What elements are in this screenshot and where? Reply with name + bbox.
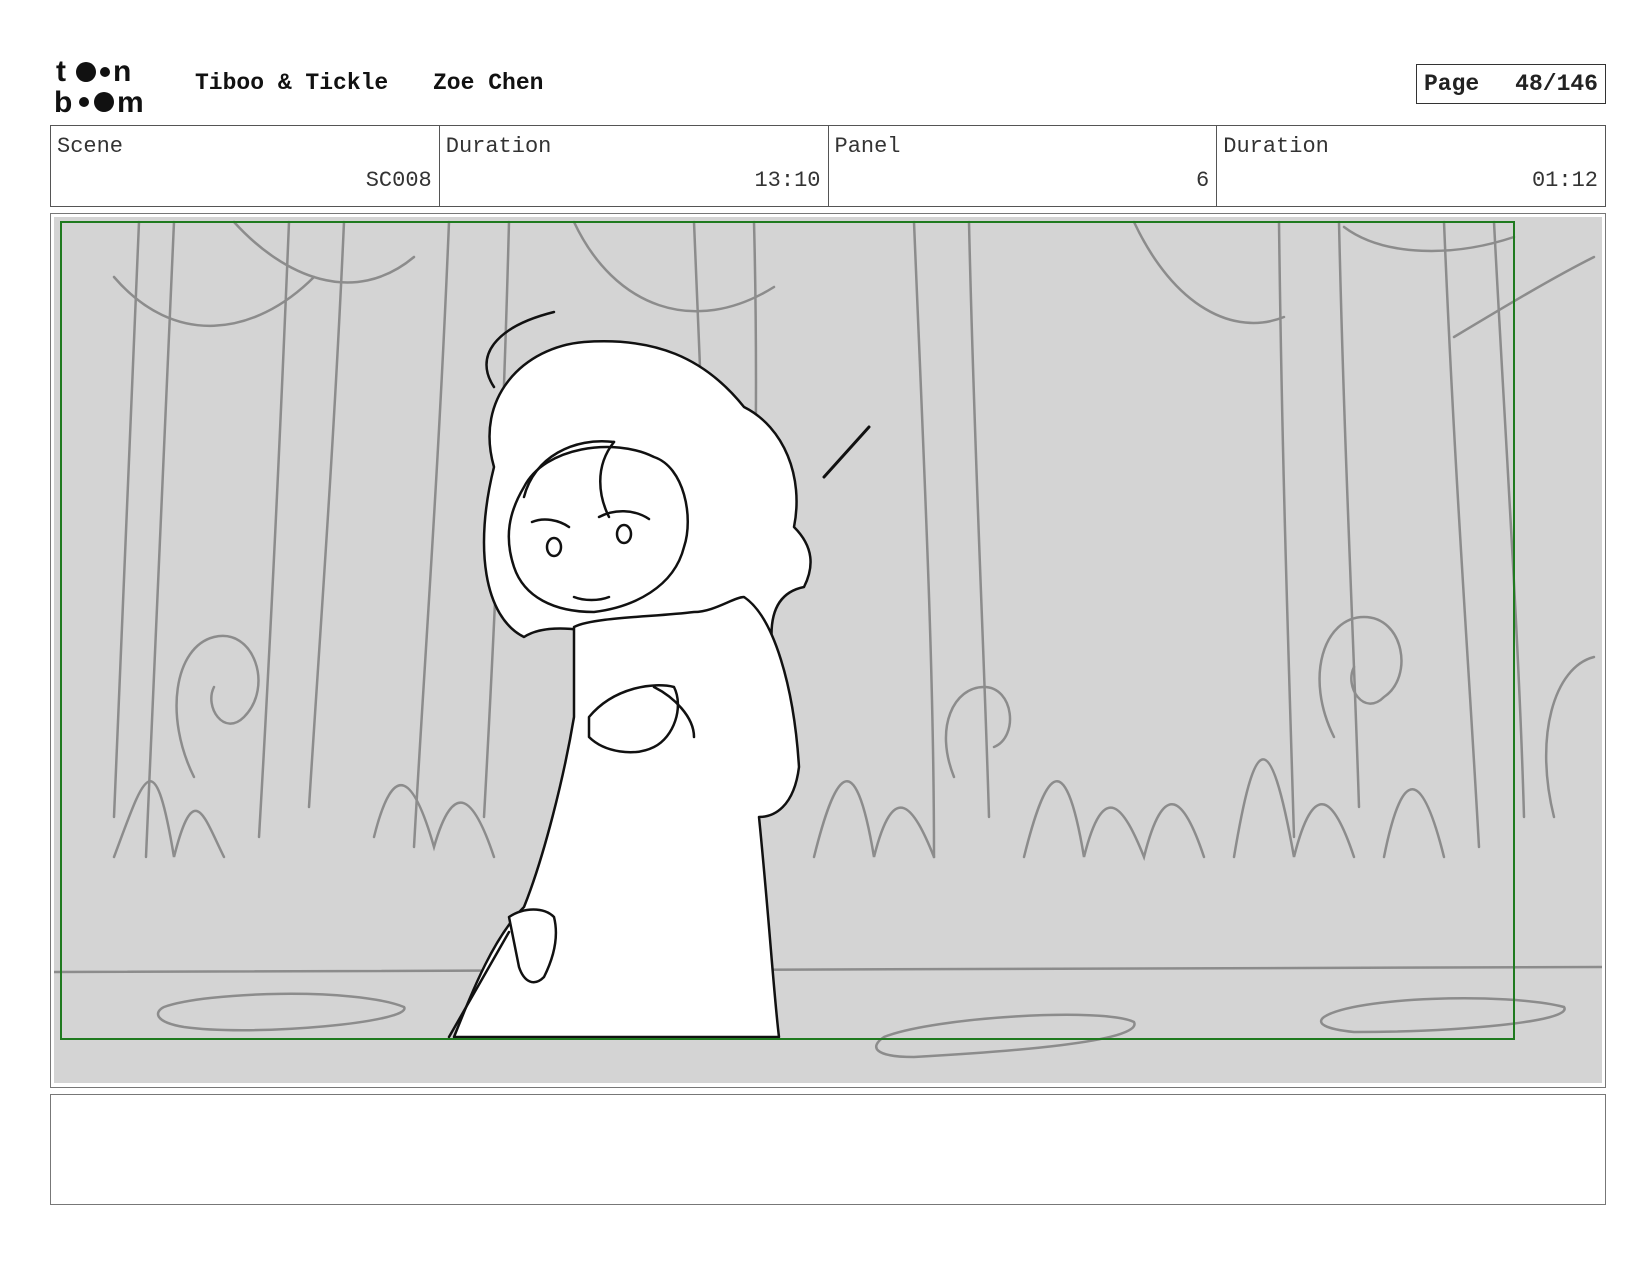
svg-text:b: b <box>54 86 72 116</box>
panel-cell: Panel 6 <box>829 126 1218 206</box>
scene-info-table: Scene SC008 Duration 13:10 Panel 6 Durat… <box>50 125 1606 207</box>
panel-background <box>54 217 1602 1083</box>
panel-artwork <box>54 217 1602 1083</box>
svg-text:n: n <box>113 55 131 88</box>
project-title: Tiboo & Tickle <box>195 70 389 96</box>
scene-duration-value: 13:10 <box>754 168 821 193</box>
storyboard-panel <box>50 213 1606 1088</box>
panel-label: Panel <box>834 134 901 159</box>
author-name: Zoe Chen <box>433 70 544 96</box>
page-number: 48/146 <box>1515 71 1598 97</box>
panel-duration-label: Duration <box>1223 134 1329 159</box>
scene-duration-cell: Duration 13:10 <box>440 126 829 206</box>
page-label: Page <box>1424 71 1480 97</box>
scene-cell: Scene SC008 <box>51 126 440 206</box>
panel-duration-cell: Duration 01:12 <box>1217 126 1605 206</box>
scene-value: SC008 <box>365 168 432 193</box>
page-indicator: Page 48/146 <box>1416 64 1606 104</box>
svg-text:t: t <box>56 55 66 88</box>
panel-caption-box <box>50 1094 1606 1205</box>
panel-value: 6 <box>1196 168 1210 193</box>
scene-label: Scene <box>57 134 124 159</box>
scene-duration-label: Duration <box>445 134 552 159</box>
panel-duration-value: 01:12 <box>1531 168 1598 193</box>
svg-text:m: m <box>117 86 144 116</box>
toon-boom-logo: t n b m <box>54 55 144 116</box>
